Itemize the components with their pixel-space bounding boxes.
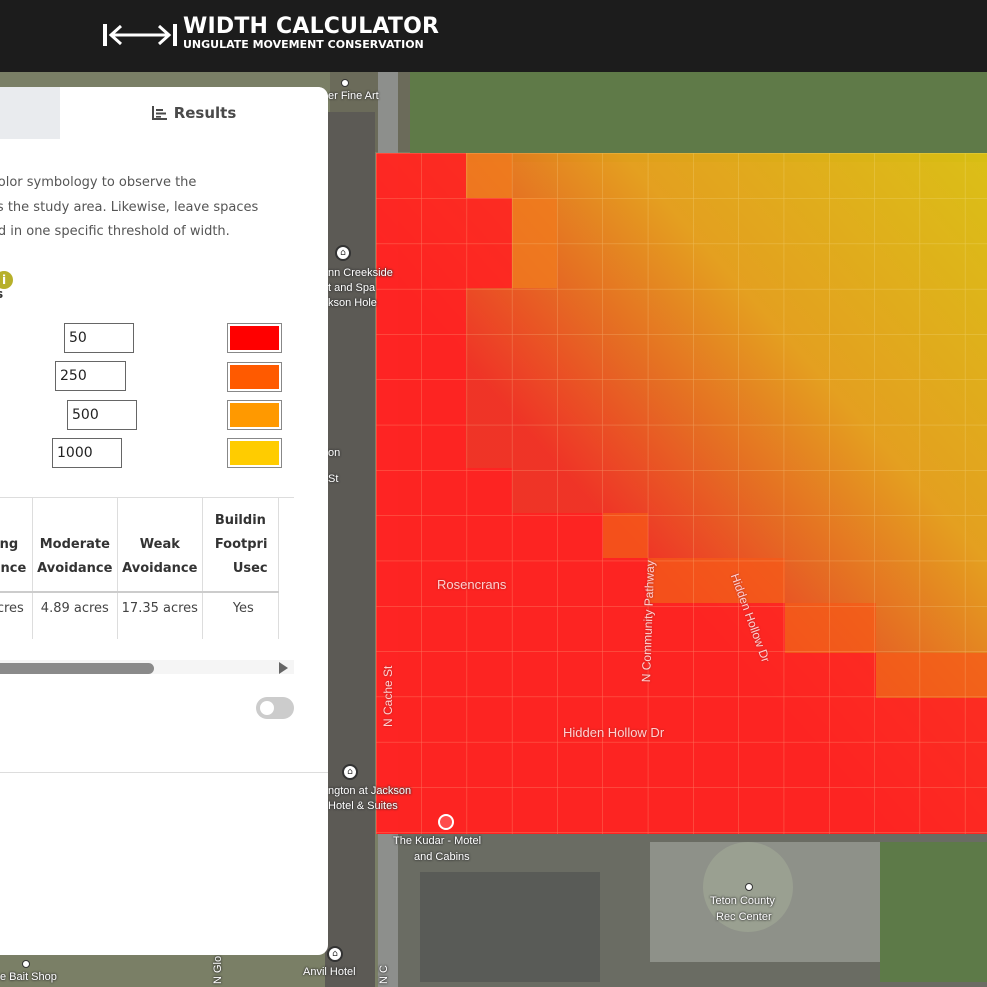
map-label: nn Creekside	[328, 267, 393, 279]
map-label: Anvil Hotel	[303, 966, 356, 978]
header-line: Avoidance	[37, 561, 113, 576]
threshold-input-minimal[interactable]	[52, 438, 122, 468]
poi-marker[interactable]	[22, 960, 30, 968]
map-label: St	[328, 473, 339, 485]
table-row: .90 acres 4.89 acres 17.35 acres Yes	[0, 592, 280, 639]
threshold-input-weak[interactable]	[67, 400, 137, 430]
map-label: t and Spa	[328, 282, 376, 294]
description-line: nd color symbology to observe the	[0, 175, 197, 190]
table-header-strong: Strong voidance	[0, 497, 33, 593]
map-label: ngton at Jackson	[328, 785, 412, 797]
table-cell: .90 acres	[0, 592, 33, 639]
map-label: N Cache St	[381, 665, 395, 727]
table-header-building: Buildin Footpri Usec	[202, 497, 280, 593]
header-line: Buildin	[214, 513, 266, 528]
map-label: er Fine Art	[328, 90, 379, 102]
header-line: Weak	[139, 537, 180, 552]
bar-chart-icon	[151, 106, 167, 120]
section-divider	[0, 772, 328, 773]
map-label: on	[328, 447, 341, 459]
threshold-input-moderate[interactable]	[55, 361, 126, 391]
map-label: e Bait Shop	[0, 971, 57, 983]
color-swatch-weak[interactable]	[227, 400, 282, 430]
scroll-right-arrow-icon[interactable]	[279, 662, 288, 674]
app-subtitle: UNGULATE MOVEMENT CONSERVATION	[183, 38, 424, 51]
header-line: Moderate	[39, 537, 110, 552]
hotel-poi-icon[interactable]: ⌂	[342, 764, 358, 780]
table-cell: Yes	[202, 592, 280, 639]
app-header: WIDTH CALCULATOR UNGULATE MOVEMENT CONSE…	[0, 0, 987, 72]
app-title: WIDTH CALCULATOR	[183, 14, 440, 39]
header-line: Avoidance	[122, 561, 198, 576]
map-label: The Kudar - Motel	[393, 835, 482, 847]
map-label: Rosencrans	[437, 577, 507, 592]
header-line: voidance	[0, 561, 27, 576]
tab-results[interactable]: Results	[60, 87, 328, 139]
width-heat-grid	[376, 153, 987, 834]
map-label: N Glo	[212, 955, 224, 984]
toggle-knob	[260, 701, 274, 715]
map-label: Hidden Hollow Dr	[563, 725, 665, 740]
map-label: and Cabins	[414, 851, 470, 863]
panel-description: nd color symbology to observe the cross …	[0, 171, 300, 245]
color-swatch-moderate[interactable]	[227, 362, 282, 392]
hotel-poi-icon[interactable]: ⌂	[335, 245, 351, 261]
results-table: Strong voidance Moderate Avoidance Weak …	[0, 497, 280, 639]
hotel-poi-icon[interactable]	[438, 814, 454, 830]
map-label: N C	[378, 965, 390, 984]
poi-marker[interactable]	[341, 79, 349, 87]
map-label: kson Hole	[328, 297, 377, 309]
section-label-fragment: s	[0, 287, 3, 301]
table-cell: 17.35 acres	[117, 592, 203, 639]
description-line: ested in one specific threshold of width…	[0, 224, 230, 239]
results-table-scroll[interactable]: Strong voidance Moderate Avoidance Weak …	[0, 497, 294, 639]
tab-results-label: Results	[173, 104, 237, 122]
threshold-input-strong[interactable]	[64, 323, 134, 353]
header-line: Usec	[232, 561, 268, 576]
map-label: Hotel & Suites	[328, 800, 398, 812]
header-line: Footpri	[214, 537, 268, 552]
description-line: cross the study area. Likewise, leave sp…	[0, 199, 259, 215]
color-swatch-strong[interactable]	[227, 323, 282, 353]
width-arrows-icon	[103, 24, 177, 46]
map-label: Rec Center	[716, 911, 772, 923]
table-header-weak: Weak Avoidance	[117, 497, 203, 593]
scrollbar-thumb[interactable]	[0, 663, 154, 674]
map-label: Teton County	[710, 895, 775, 907]
color-swatch-minimal[interactable]	[227, 438, 282, 468]
results-panel: Results nd color symbology to observe th…	[0, 87, 328, 955]
hotel-poi-icon[interactable]: ⌂	[327, 946, 343, 962]
tab-settings[interactable]	[0, 87, 60, 139]
header-line: Strong	[0, 537, 19, 552]
table-header-moderate: Moderate Avoidance	[32, 497, 118, 593]
poi-marker[interactable]	[745, 883, 753, 891]
table-cell: 4.89 acres	[32, 592, 118, 639]
